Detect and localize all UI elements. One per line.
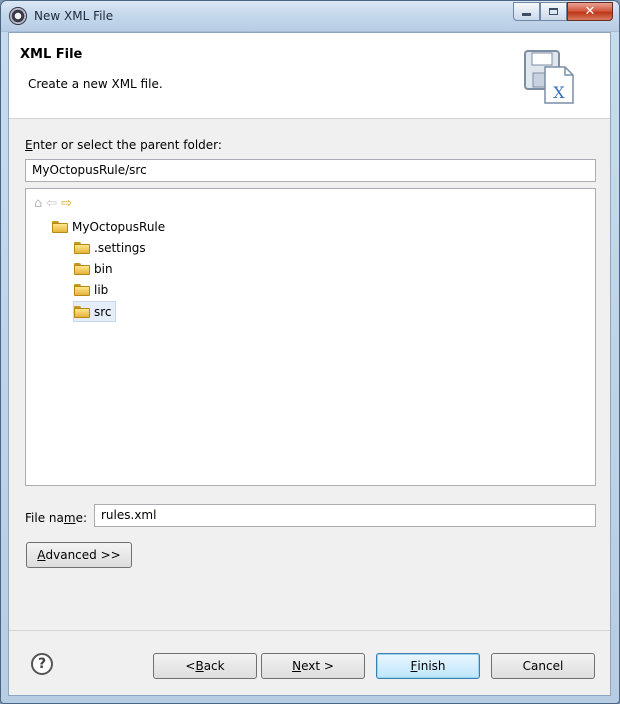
forward-arrow-icon[interactable]: ⇨	[61, 197, 72, 211]
window-title: New XML File	[34, 9, 114, 23]
file-name-label-part2: e:	[75, 511, 87, 525]
close-icon: ✕	[584, 4, 596, 19]
back-mnemonic: B	[195, 659, 204, 673]
folder-icon	[74, 283, 90, 296]
next-button[interactable]: Next >	[261, 653, 365, 679]
back-label: ack	[203, 659, 225, 673]
wizard-header: XML File Create a new XML file. X	[9, 33, 610, 119]
eclipse-icon	[10, 8, 26, 24]
tree-node-label: bin	[94, 261, 113, 276]
minimize-icon	[522, 13, 531, 16]
xml-file-wizard-icon: X	[524, 50, 574, 104]
tree-node-src-selected[interactable]: src	[73, 301, 116, 322]
window-controls: ✕	[513, 2, 613, 21]
parent-folder-label: Enter or select the parent folder:	[25, 138, 222, 152]
back-arrow-text: <	[185, 659, 196, 673]
tree-navigation: ⌂ ⇦ ⇨	[34, 197, 72, 211]
next-mnemonic: N	[292, 659, 302, 673]
advanced-mnemonic: A	[37, 548, 46, 562]
dialog-window: New XML File ✕ XML File Create a new XML…	[0, 0, 620, 704]
home-icon[interactable]: ⌂	[34, 197, 42, 211]
tree-node-bin[interactable]: bin	[74, 259, 113, 278]
advanced-button[interactable]: Advanced >>	[26, 542, 132, 568]
title-bar[interactable]: New XML File ✕	[1, 1, 619, 32]
file-name-label-part1: File na	[25, 511, 64, 525]
svg-text:X: X	[553, 83, 565, 102]
tree-node-label: src	[94, 304, 112, 319]
help-icon[interactable]: ?	[31, 653, 53, 675]
advanced-label: dvanced >>	[45, 548, 121, 562]
file-name-input[interactable]: rules.xml	[94, 504, 596, 527]
back-arrow-icon[interactable]: ⇦	[46, 197, 57, 211]
tree-node-project-label: MyOctopusRule	[72, 219, 166, 234]
tree-node-label: .settings	[94, 240, 146, 255]
parent-folder-mnemonic: E	[25, 138, 33, 152]
file-name-mnemonic: m	[63, 511, 76, 525]
folder-tree[interactable]: ⌂ ⇦ ⇨ MyOctopusRule .settings bin lib sr…	[25, 188, 596, 486]
file-name-label: File name:	[25, 511, 87, 525]
maximize-icon	[549, 8, 558, 15]
folder-icon	[74, 262, 90, 275]
parent-folder-input[interactable]: MyOctopusRule/src	[25, 159, 596, 182]
tree-node-label: lib	[94, 282, 109, 297]
button-bar-separator	[9, 630, 610, 631]
tree-node-project[interactable]: MyOctopusRule	[52, 217, 165, 236]
page-title: XML File	[20, 47, 83, 62]
project-folder-icon	[52, 220, 68, 233]
folder-icon	[74, 241, 90, 254]
parent-folder-label-text: nter or select the parent folder:	[32, 138, 222, 152]
finish-button[interactable]: Finish	[376, 653, 480, 679]
finish-label: inish	[417, 659, 446, 673]
back-button[interactable]: < Back	[153, 653, 257, 679]
tree-node-lib[interactable]: lib	[74, 280, 108, 299]
next-label: ext >	[301, 659, 334, 673]
page-description: Create a new XML file.	[28, 77, 163, 91]
tree-node-settings[interactable]: .settings	[74, 238, 146, 257]
minimize-button[interactable]	[513, 2, 540, 21]
close-button[interactable]: ✕	[567, 2, 613, 21]
maximize-button[interactable]	[540, 2, 567, 21]
dialog-body: XML File Create a new XML file. X Enter …	[8, 32, 611, 696]
cancel-button[interactable]: Cancel	[491, 653, 595, 679]
finish-mnemonic: F	[410, 659, 418, 673]
source-folder-icon	[74, 305, 90, 318]
